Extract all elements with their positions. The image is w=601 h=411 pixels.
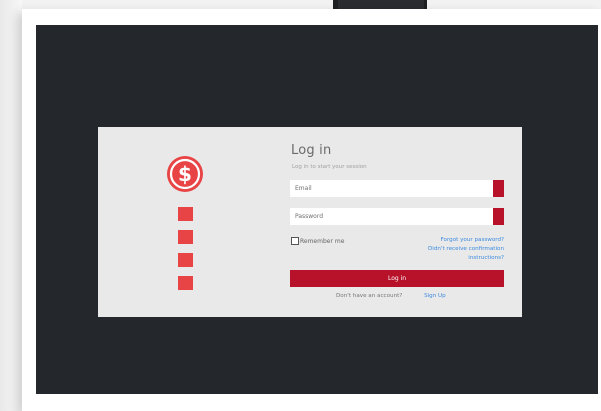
email-addon (493, 180, 504, 197)
remember-me[interactable]: Remember me (291, 237, 344, 245)
background-left (0, 0, 22, 411)
password-field[interactable] (290, 208, 493, 225)
decor-square-icon (178, 253, 193, 267)
confirmation-link-line1[interactable]: Didn't receive confirmation (428, 245, 504, 254)
confirmation-link[interactable]: Didn't receive confirmation instructions… (428, 245, 504, 263)
decor-square-icon (178, 276, 193, 290)
email-field[interactable] (290, 180, 493, 197)
remember-checkbox[interactable] (291, 237, 299, 245)
forgot-password-link[interactable]: Forgot your password? (428, 236, 504, 245)
login-card: $ Log in Log in to start your session Re… (98, 127, 522, 317)
password-field-group (290, 208, 504, 225)
help-links: Forgot your password? Didn't receive con… (428, 236, 504, 263)
no-account-text: Don't have an account? (336, 293, 403, 299)
decor-square-icon (178, 207, 193, 221)
email-field-group (290, 180, 504, 197)
background-top-dark-inner (338, 0, 424, 9)
page-subtitle: Log in to start your session (292, 164, 367, 170)
confirmation-link-line2[interactable]: instructions? (428, 254, 504, 263)
dollar-circle-icon: $ (167, 156, 203, 192)
signup-row: Don't have an account? Sign Up (336, 293, 446, 299)
remember-label: Remember me (300, 237, 345, 245)
login-button[interactable]: Log in (290, 270, 504, 287)
password-addon (493, 208, 504, 225)
decor-square-icon (178, 230, 193, 244)
svg-text:$: $ (178, 162, 192, 186)
signup-link[interactable]: Sign Up (424, 293, 446, 299)
page-title: Log in (291, 143, 332, 158)
